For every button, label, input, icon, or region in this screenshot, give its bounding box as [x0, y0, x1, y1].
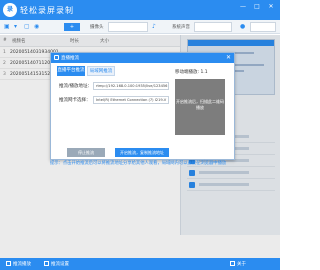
push-url-field[interactable]: rtmp://192.168.0.100:1935/live/123456	[93, 82, 169, 90]
tab-lan-stream[interactable]: 局域网推流	[87, 66, 115, 76]
qr-preview: 开启推流后，扫描此二维码播放	[175, 79, 225, 135]
dialog-title-bar: 直播推流 ✕	[51, 53, 234, 63]
bottom-item-play-label: 推流播放	[13, 262, 31, 267]
mic-icon[interactable]: ●	[240, 23, 245, 31]
minimize-icon[interactable]: —	[238, 2, 248, 12]
stream-icon	[54, 55, 59, 60]
bottom-item-play[interactable]: 推流播放	[6, 261, 31, 267]
window-icon[interactable]: ▢	[24, 23, 30, 31]
camera-icon[interactable]: ◉	[34, 23, 39, 31]
start-stream-button[interactable]: 开启推流，复制推流地址	[115, 148, 169, 157]
dialog-title: 直播推流	[61, 56, 79, 61]
camera-select[interactable]	[108, 22, 148, 32]
tab-platform-stream[interactable]: 直播平台推流	[57, 66, 85, 76]
info-icon	[230, 261, 235, 266]
push-url-label: 推流/播放地址：	[59, 84, 93, 89]
title-bar: 录 轻松录屏录制 — □ ✕	[0, 0, 280, 20]
stop-stream-button[interactable]: 停止推流	[67, 148, 105, 157]
close-icon[interactable]: ✕	[266, 2, 276, 12]
toolbar: ▣ ▾ ▢ ◉ + 摄像头 ♪ 系统声音 ●	[0, 20, 280, 34]
network-select[interactable]: Intel(R) Ethernet Connection (7) I219-V	[93, 96, 169, 104]
stream-note: 提示：点击开始推流后可以将推流地址分享给其他人观看，局域网内可以直接在浏览器中播…	[50, 161, 227, 166]
camera-label: 摄像头	[90, 25, 104, 30]
mobile-play-label: 移动端播放: 1.1	[175, 70, 208, 75]
speaker-icon[interactable]: ♪	[152, 23, 156, 31]
dropdown-icon[interactable]: ▾	[14, 23, 17, 31]
bottom-item-about-label: 关于	[237, 262, 246, 267]
stream-dialog: 直播推流 ✕ 直播平台推流 局域网推流 推流/播放地址： rtmp://192.…	[50, 52, 235, 160]
bottom-bar: 推流播放 推流设置 关于	[0, 258, 280, 270]
bottom-item-settings-label: 推流设置	[51, 262, 69, 267]
system-sound-label: 系统声音	[172, 25, 190, 30]
add-record-button[interactable]: +	[64, 23, 80, 31]
network-label: 推流网卡选择：	[59, 98, 91, 103]
app-title: 轻松录屏录制	[20, 6, 74, 15]
settings-icon	[44, 261, 49, 266]
mic-select[interactable]	[250, 22, 276, 32]
monitor-icon[interactable]: ▣	[4, 23, 10, 31]
app-logo-icon: 录	[3, 3, 17, 17]
maximize-icon[interactable]: □	[252, 2, 262, 12]
bottom-item-settings[interactable]: 推流设置	[44, 261, 69, 267]
play-icon	[6, 261, 11, 266]
dialog-close-icon[interactable]: ✕	[226, 54, 231, 62]
bottom-item-about[interactable]: 关于	[230, 261, 246, 267]
audio-select[interactable]	[194, 22, 232, 32]
